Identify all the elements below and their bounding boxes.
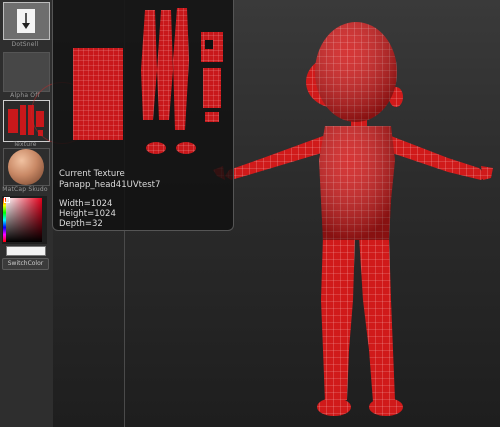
texture-name: Panapp_head41UVtest7 (59, 180, 161, 190)
texture-width: Width=1024 (59, 199, 113, 209)
left-shelf: DotSnell Alpha Off Texture MatCap Skudo … (0, 0, 54, 427)
color-picker[interactable] (2, 196, 47, 244)
hue-strip[interactable] (3, 198, 6, 242)
secondary-color-swatch[interactable] (6, 246, 46, 256)
texture-heading: Current Texture (59, 169, 125, 179)
color-saturation-square[interactable] (6, 198, 42, 242)
uv-map-preview (73, 8, 223, 154)
texture-slot-label: Texture (13, 141, 37, 148)
color-picker-marker (4, 197, 10, 203)
character-shading (315, 22, 397, 240)
texture-depth: Depth=32 (59, 219, 103, 229)
material-slot-label: MatCap Skudo (2, 186, 48, 193)
down-arrow-icon (17, 9, 35, 33)
texture-height: Height=1024 (59, 209, 116, 219)
switch-color-button[interactable]: SwitchColor (2, 258, 49, 270)
brush-slot[interactable] (3, 2, 50, 40)
matcap-sphere-icon (8, 149, 44, 185)
texture-info-popup: Current Texture Panapp_head41UVtest7 Wid… (52, 0, 234, 231)
alpha-slot[interactable] (3, 52, 50, 92)
material-slot[interactable] (3, 148, 50, 186)
brush-slot-label: DotSnell (11, 41, 39, 48)
